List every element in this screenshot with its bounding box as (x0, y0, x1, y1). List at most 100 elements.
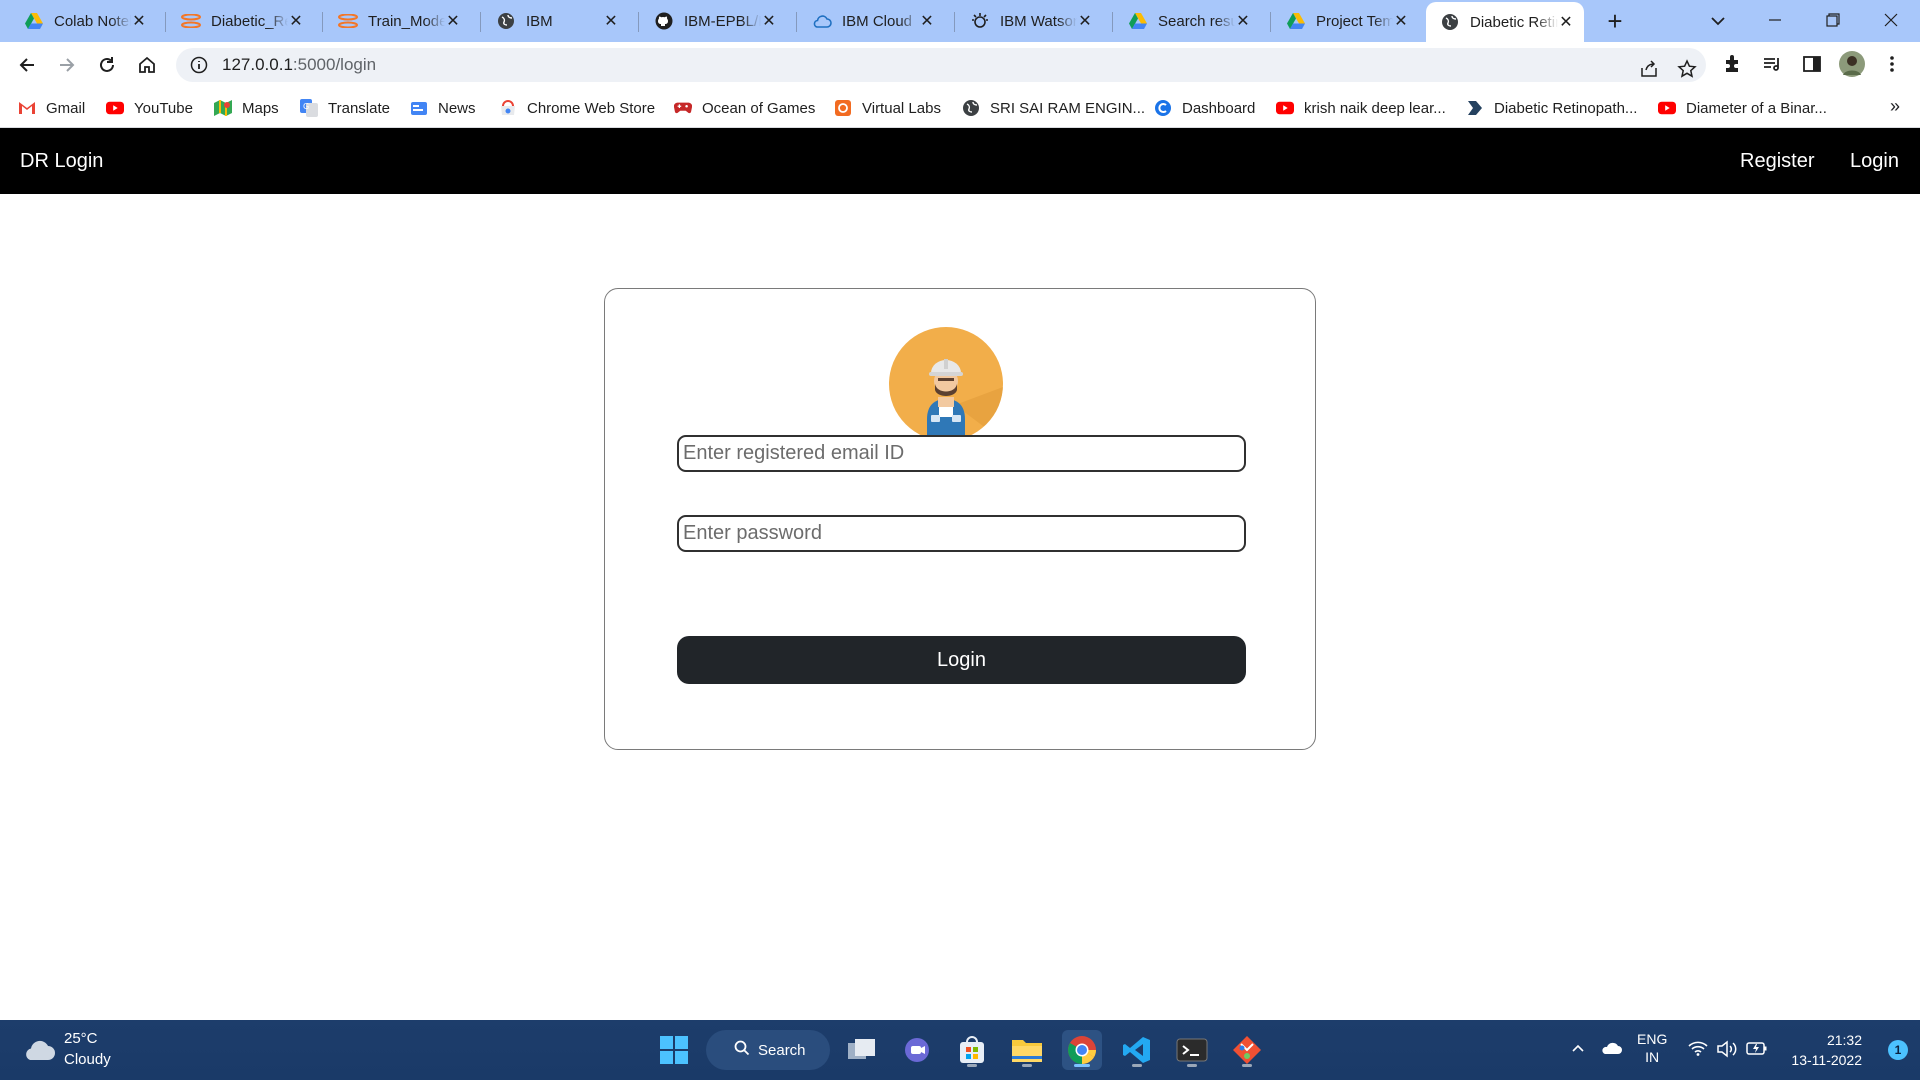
close-icon[interactable]: ✕ (288, 11, 304, 31)
taskbar-search-button[interactable]: Search (706, 1030, 830, 1070)
tab-ibm[interactable]: IBM ✕ (472, 5, 629, 37)
login-button[interactable]: Login (677, 636, 1246, 684)
password-input[interactable] (677, 515, 1246, 552)
cloudy-weather-icon[interactable] (22, 1036, 56, 1067)
reload-button[interactable] (92, 50, 122, 80)
system-clock[interactable]: 21:32 13-11-2022 (1791, 1030, 1862, 1070)
wifi-icon[interactable] (1688, 1040, 1708, 1059)
tab-project-template[interactable]: Project Template ✕ (1262, 5, 1419, 37)
tab-github[interactable]: IBM-EPBL/IBM-Project ✕ (630, 5, 787, 37)
webstore-icon (499, 99, 517, 117)
tab-diabetic-retinopathy-active[interactable]: Diabetic Retinopathy ✕ (1426, 2, 1584, 42)
share-icon[interactable] (1636, 56, 1662, 82)
gmail-icon (18, 99, 36, 117)
google-drive-icon (1128, 11, 1148, 31)
user-avatar-icon (889, 327, 1003, 441)
chrome-taskbar-icon[interactable] (1062, 1030, 1102, 1070)
tab-train-model[interactable]: Train_Model ✕ (314, 5, 471, 37)
close-icon[interactable]: ✕ (919, 11, 935, 31)
browser-toolbar: 127.0.0.1:5000/login (0, 42, 1920, 88)
bookmark-ocean-of-games[interactable]: Ocean of Games (674, 96, 815, 120)
close-icon[interactable]: ✕ (1235, 11, 1251, 31)
close-icon[interactable]: ✕ (131, 11, 147, 31)
chrome-menu-icon[interactable] (1878, 50, 1906, 78)
teams-chat-icon[interactable] (897, 1030, 937, 1070)
tab-search-results[interactable]: Search results ✕ (1104, 5, 1261, 37)
search-icon (734, 1040, 750, 1060)
dashboard-icon (1154, 99, 1172, 117)
onedrive-icon[interactable] (1600, 1040, 1622, 1059)
battery-charging-icon[interactable] (1746, 1040, 1768, 1059)
close-icon[interactable]: ✕ (603, 11, 619, 31)
tab-colab-notebooks[interactable]: Colab Notebooks ✕ (0, 5, 157, 37)
forward-button[interactable] (52, 50, 82, 80)
task-view-icon[interactable] (842, 1030, 882, 1070)
close-icon[interactable]: ✕ (761, 11, 777, 31)
register-link[interactable]: Register (1740, 128, 1814, 194)
jupyter-icon (338, 11, 358, 31)
gamepad-icon (674, 99, 692, 117)
close-icon[interactable]: ✕ (445, 11, 461, 31)
bookmark-chrome-web-store[interactable]: Chrome Web Store (499, 96, 655, 120)
bookmark-gmail[interactable]: Gmail (18, 96, 85, 120)
vscode-icon[interactable] (1117, 1030, 1157, 1070)
terminal-icon[interactable] (1172, 1030, 1212, 1070)
bookmark-diabetic-retinopathy[interactable]: Diabetic Retinopath... (1466, 96, 1637, 120)
notification-badge[interactable]: 1 (1888, 1040, 1908, 1060)
more-bookmarks-button[interactable]: » (1890, 96, 1900, 117)
minimize-button[interactable] (1748, 0, 1802, 40)
maps-icon (214, 99, 232, 117)
file-explorer-icon[interactable] (1007, 1030, 1047, 1070)
tab-ibm-cloud[interactable]: IBM Cloud ✕ (788, 5, 945, 37)
youtube-icon (106, 99, 124, 117)
bookmark-news[interactable]: News (410, 96, 476, 120)
bookmark-krish-naik[interactable]: krish naik deep lear... (1276, 96, 1446, 120)
bookmark-star-icon[interactable] (1674, 56, 1700, 82)
bookmark-diameter-binary[interactable]: Diameter of a Binar... (1658, 96, 1827, 120)
weather-description[interactable]: Cloudy (64, 1051, 111, 1068)
language-indicator[interactable]: ENG IN (1637, 1030, 1667, 1066)
url-text[interactable]: 127.0.0.1:5000/login (222, 55, 376, 75)
extensions-icon[interactable] (1718, 50, 1746, 78)
navbar-brand[interactable]: DR Login (20, 128, 103, 194)
profile-avatar[interactable] (1838, 50, 1866, 78)
google-drive-icon (1286, 11, 1306, 31)
bookmark-sri-sai-ram[interactable]: SRI SAI RAM ENGIN... (962, 96, 1145, 120)
tab-diabetic-retinopathy-notebook[interactable]: Diabetic_Retinopathy ✕ (157, 5, 314, 37)
windows-start-icon[interactable] (654, 1030, 694, 1070)
close-icon[interactable]: ✕ (1077, 11, 1093, 31)
site-info-icon[interactable] (190, 56, 208, 74)
git-gui-icon[interactable] (1227, 1030, 1267, 1070)
bookmark-virtual-labs[interactable]: Virtual Labs (834, 96, 941, 120)
media-controls-icon[interactable] (1758, 50, 1786, 78)
globe-icon (1440, 12, 1460, 32)
svg-text:G: G (303, 102, 309, 111)
close-icon[interactable]: ✕ (1558, 12, 1574, 32)
back-button[interactable] (12, 50, 42, 80)
login-link[interactable]: Login (1850, 128, 1899, 194)
new-tab-button[interactable]: + (1600, 7, 1630, 37)
home-button[interactable] (132, 50, 162, 80)
chevron-up-icon[interactable] (1570, 1040, 1586, 1059)
tab-search-chevron-icon[interactable] (1705, 8, 1731, 34)
google-drive-icon (24, 11, 44, 31)
tab-strip: Colab Notebooks ✕ Diabetic_Retinopathy ✕… (0, 0, 1920, 42)
jupyter-icon (181, 11, 201, 31)
close-window-button[interactable] (1864, 0, 1918, 40)
bookmark-maps[interactable]: Maps (214, 96, 279, 120)
side-panel-icon[interactable] (1798, 50, 1826, 78)
volume-icon[interactable] (1716, 1040, 1738, 1061)
tab-ibm-watson[interactable]: IBM Watson Studio ✕ (946, 5, 1103, 37)
github-icon (654, 11, 674, 31)
bookmark-dashboard[interactable]: Dashboard (1154, 96, 1255, 120)
email-input[interactable] (677, 435, 1246, 472)
bookmark-youtube[interactable]: YouTube (106, 96, 193, 120)
youtube-icon (1276, 99, 1294, 117)
windows-taskbar: 25°C Cloudy Search ENG IN 21:32 13-11-20… (0, 1020, 1920, 1080)
restore-button[interactable] (1806, 0, 1860, 40)
address-bar[interactable]: 127.0.0.1:5000/login (176, 48, 1706, 82)
microsoft-store-icon[interactable] (952, 1030, 992, 1070)
weather-temperature[interactable]: 25°C (64, 1030, 98, 1047)
bookmark-translate[interactable]: G Translate (300, 96, 390, 120)
close-icon[interactable]: ✕ (1393, 11, 1409, 31)
